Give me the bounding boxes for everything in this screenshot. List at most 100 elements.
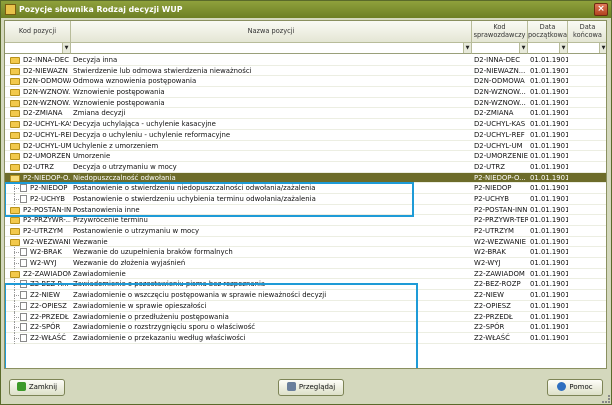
row-code: Z2-SPÓR	[30, 323, 61, 332]
row-report-code: P2-UTRZYM	[474, 227, 514, 235]
table-row[interactable]: D2N-ODMOWA Odmowa wznowienia postępowania…	[5, 76, 606, 88]
table-row[interactable]: P2-UTRZYM Postanowienie o utrzymaniu w mo…	[5, 226, 606, 237]
table-row[interactable]: Z2-SPÓR Zawiadomienie o rozstrzygnięciu s…	[5, 322, 606, 333]
column-header-end-date[interactable]: Data końcowa	[568, 21, 606, 43]
row-name: Wezwanie	[73, 237, 108, 246]
row-code: P2-UCHYB	[30, 194, 65, 203]
row-name: Zmiana decyzji	[73, 109, 126, 118]
table-row[interactable]: D2N-WZNOW... Wznowienie postępowania D2N-W…	[5, 98, 606, 109]
row-start-date: 01.01.1901	[530, 291, 568, 300]
chevron-down-icon[interactable]: ▼	[62, 43, 70, 53]
table-row[interactable]: P2-NIEDOP-O... Niedopuszczalność odwołani…	[5, 172, 606, 184]
row-code: D2-INNA-DEC	[23, 56, 70, 64]
row-report-code: D2-UCHYL-KAS	[474, 120, 526, 129]
row-report-code: P2-PRZYWR-TER	[474, 216, 528, 225]
table-row[interactable]: D2-UCHYL-REF Decyzja o uchyleniu - uchyle…	[5, 130, 606, 141]
table-row[interactable]: P2-POSTAN-INNPostanowienia inneP2-POSTAN…	[5, 205, 606, 216]
row-name: Odmowa wznowienia postępowania	[73, 77, 197, 86]
row-code: D2-NIEWAZN	[23, 66, 68, 75]
chevron-down-icon[interactable]: ▼	[463, 43, 471, 53]
table-row[interactable]: D2N-WZNOW... Wznowienie postępowania D2N-W…	[5, 87, 606, 98]
row-name: Uchylenie z umorzeniem	[73, 141, 159, 150]
row-name: Zawiadomienie	[73, 269, 126, 278]
table-row[interactable]: P2-UCHYB Postanowienie o stwierdzeniu uch…	[5, 193, 606, 205]
column-header-code[interactable]: Kod pozycji	[5, 21, 71, 43]
row-start-date: 01.01.1901	[530, 269, 568, 278]
row-code: D2-UTRZ	[23, 162, 54, 171]
row-start-date: 01.01.1901	[530, 280, 568, 289]
row-report-code: D2-UCHYL-REF	[474, 130, 525, 139]
row-name: Wezwanie do złożenia wyjaśnień	[73, 259, 186, 268]
table-row[interactable]: P2-NIEDOP Postanowienie o stwierdzeniu ni…	[5, 183, 606, 194]
table-row[interactable]: D2-UCHYL-KAS Decyzja uchylająca - uchylen…	[5, 119, 606, 130]
close-button[interactable]: Zamknij	[9, 379, 65, 396]
row-code: P2-POSTAN-INN	[23, 205, 71, 214]
table-row[interactable]: D2-UCHYL-UM Uchylenie z umorzeniem D2-UCHY…	[5, 141, 606, 152]
column-header-start-date[interactable]: Data początkowa	[528, 21, 568, 43]
filter-end-date[interactable]: ▼	[568, 43, 606, 54]
table-row[interactable]: Z2-WŁAŚĆ Zawiadomienie o przekazaniu wedł…	[5, 332, 606, 344]
column-header-name[interactable]: Nazwa pozycji	[71, 21, 472, 43]
row-code: Z2-PRZEDŁ	[30, 312, 69, 321]
table-row[interactable]: D2-INNA-DEC Decyzja inna D2-INNA-DEC 01.01.…	[5, 55, 606, 66]
row-report-code: W2-BRAK	[474, 248, 506, 257]
filter-code[interactable]: ▼	[5, 43, 71, 54]
table-row[interactable]: D2-NIEWAZN Stwierdzenie lub odmowa stwier…	[5, 66, 606, 77]
table-row[interactable]: Z2-PRZEDŁ Zawiadomienie o przedłużeniu po…	[5, 311, 606, 323]
row-report-code: D2-INNA-DEC	[474, 56, 521, 64]
row-report-code: Z2-WŁAŚĆ	[474, 333, 510, 342]
magnifier-icon	[286, 382, 296, 391]
row-start-date: 01.01.1901	[530, 56, 568, 64]
row-start-date: 01.01.1901	[530, 120, 568, 129]
table-row[interactable]: D2-UTRZ Decyzja o utrzymaniu w mocy D2-UTR…	[5, 162, 606, 173]
table-row[interactable]: P2-PRZYWR-... Przywrócenie terminu P2-PRZY…	[5, 215, 606, 226]
table-row[interactable]: D2-UMORZENIEUmorzenieD2-UMORZENIE01.01.1…	[5, 151, 606, 162]
row-start-date: 01.01.1901	[530, 237, 568, 246]
row-start-date: 01.01.1901	[530, 66, 568, 75]
table-row[interactable]: W2-WEZWANIE Wezwanie W2-WEZWANIE 01.01.1901	[5, 237, 606, 248]
row-start-date: 01.01.1901	[530, 152, 568, 161]
row-name: Przywrócenie terminu	[73, 216, 148, 225]
row-report-code: D2N-ODMOWA	[474, 77, 525, 86]
row-report-code: Z2-PRZEDŁ	[474, 312, 513, 321]
row-name: Postanowienie o stwierdzeniu niedopuszcz…	[73, 184, 316, 193]
row-name: Wznowienie postępowania	[73, 88, 165, 97]
table-row[interactable]: D2-ZMIANA Zmiana decyzji D2-ZMIANA 01.01.19…	[5, 108, 606, 120]
close-window-button[interactable]: ×	[594, 3, 608, 16]
chevron-down-icon[interactable]: ▼	[599, 43, 606, 53]
row-code: Z2-OPIESZ	[30, 301, 67, 310]
filter-report-code[interactable]: ▼	[472, 43, 528, 54]
resize-grip-icon[interactable]	[602, 395, 610, 403]
dictionary-window: Pozycje słownika Rodzaj decyzji WUP × Ko…	[0, 0, 612, 405]
items-grid: Kod pozycji Nazwa pozycji Kod sprawozdaw…	[4, 20, 607, 369]
row-start-date: 01.01.1901	[530, 259, 568, 268]
chevron-down-icon[interactable]: ▼	[559, 43, 567, 53]
row-code: P2-PRZYWR-...	[23, 216, 71, 225]
row-report-code: D2N-WZNOW...	[474, 98, 526, 107]
column-header-report-code[interactable]: Kod sprawozdawczy	[472, 21, 528, 43]
table-row[interactable]: Z2-NIEW Zawiadomienie o wszczęciu postępo…	[5, 290, 606, 301]
chevron-down-icon[interactable]: ▼	[519, 43, 527, 53]
table-row[interactable]: Z2-BEZ-R... Zawiadomienie o pozostawieniu…	[5, 279, 606, 291]
row-code: P2-UTRZYM	[23, 227, 63, 235]
row-name: Decyzja o uchyleniu - uchylenie reformac…	[73, 130, 231, 139]
help-icon	[557, 382, 567, 391]
row-report-code: D2-UMORZENIE	[474, 152, 528, 161]
checkmark-icon	[16, 382, 26, 391]
browse-button[interactable]: Przeglądaj	[278, 379, 344, 396]
row-code: Z2-WŁAŚĆ	[30, 333, 66, 342]
filter-start-date[interactable]: ▼	[528, 43, 568, 54]
row-start-date: 01.01.1901	[530, 162, 568, 171]
row-report-code: Z2-SPÓR	[474, 323, 505, 332]
row-report-code: Z2-BEZ-ROZP	[474, 280, 521, 289]
filter-name[interactable]: ▼	[71, 43, 472, 54]
table-row[interactable]: Z2-ZAWIADOM Zawiadomienie Z2-ZAWIADOM 01.01…	[5, 269, 606, 280]
row-name: Decyzja inna	[73, 56, 118, 64]
row-code: D2-UCHYL-UM	[23, 141, 71, 150]
row-code: P2-NIEDOP	[30, 184, 68, 193]
table-row[interactable]: Z2-OPIESZ Zawiadomienie w sprawie opiesza…	[5, 300, 606, 312]
row-code: W2-BRAK	[30, 248, 62, 257]
help-button[interactable]: Pomoc	[547, 379, 603, 396]
table-row[interactable]: W2-BRAK Wezwanie do uzupełnienia braków f…	[5, 247, 606, 259]
table-row[interactable]: W2-WYJ Wezwanie do złożenia wyjaśnień W2-W…	[5, 258, 606, 269]
